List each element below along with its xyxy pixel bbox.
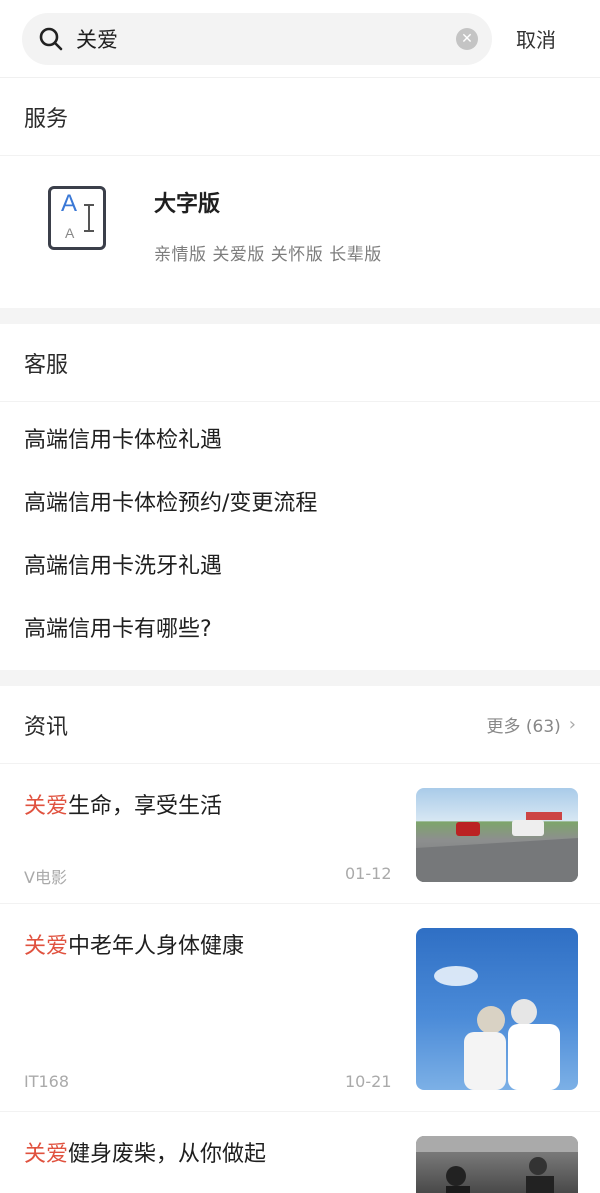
news-item[interactable]: 关爱健身废柴，从你做起 [0,1112,600,1193]
chevron-right-icon: › [568,714,576,735]
list-item[interactable]: 高端信用卡体检礼遇 [24,406,576,469]
list-item[interactable]: 高端信用卡有哪些? [24,595,576,658]
service-subtitle: 亲情版 关爱版 关怀版 长辈版 [154,245,382,265]
news-thumbnail [416,788,578,882]
search-icon [39,27,63,50]
news-date: 10-21 [345,1072,392,1091]
search-box[interactable]: ✕ [22,12,492,65]
customer-service-list: 高端信用卡体检礼遇 高端信用卡体检预约/变更流程 高端信用卡洗牙礼遇 高端信用卡… [0,402,600,670]
list-item[interactable]: 高端信用卡洗牙礼遇 [24,532,576,595]
news-more-link[interactable]: 更多 (63) › [486,712,576,737]
news-title: 关爱中老年人身体健康 [24,934,245,959]
news-source: V电影 [24,868,67,887]
news-title: 关爱健身废柴，从你做起 [24,1142,267,1167]
news-section-header: 资讯 更多 (63) › [0,686,600,764]
news-thumbnail [416,1136,578,1193]
search-input[interactable] [76,26,456,51]
news-section-title: 资讯 [24,714,69,740]
section-divider [0,308,600,324]
large-font-icon: A A [48,186,106,250]
cancel-button[interactable]: 取消 [516,24,578,53]
large-font-service-card[interactable]: A A 大字版 亲情版 关爱版 关怀版 长辈版 [0,156,600,308]
news-more-label: 更多 (63) [486,717,561,737]
news-date: 01-12 [345,864,392,883]
news-item[interactable]: 关爱中老年人身体健康 IT168 10-21 [0,904,600,1112]
news-thumbnail [416,928,578,1090]
section-divider [0,670,600,686]
list-item[interactable]: 高端信用卡体检预约/变更流程 [24,469,576,532]
clear-search-icon[interactable]: ✕ [456,27,478,50]
customer-service-section-title: 客服 [0,324,600,402]
service-title: 大字版 [154,192,221,217]
services-section-title: 服务 [0,78,600,156]
news-item[interactable]: 关爱生命，享受生活 V电影 01-12 [0,764,600,904]
search-header: ✕ 取消 [0,0,600,78]
news-title: 关爱生命，享受生活 [24,794,223,819]
search-results-page: ✕ 取消 服务 A A 大字版 亲情版 关爱版 关怀版 长辈版 客服 高端信用卡… [0,0,600,1193]
news-source: IT168 [24,1072,70,1091]
